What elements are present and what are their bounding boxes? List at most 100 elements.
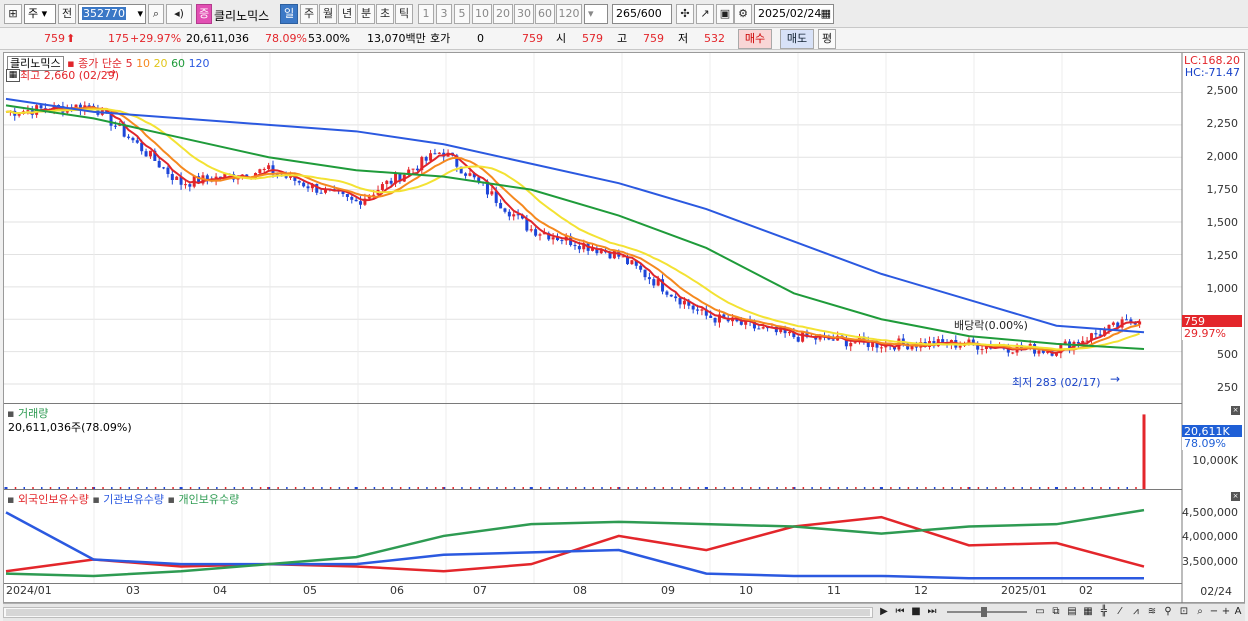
zoom-fit-icon[interactable]: ⌕	[1193, 605, 1207, 619]
legend-ma20: 20	[153, 57, 168, 70]
x-label: 02	[1079, 584, 1093, 597]
period-month[interactable]: 월	[319, 4, 337, 24]
zoom-slider[interactable]	[947, 611, 1027, 613]
trend-icon[interactable]: ⩘	[1129, 605, 1143, 619]
legend-institution: 기관보유수량	[103, 493, 165, 506]
rewind-icon[interactable]: ⏮	[893, 605, 907, 619]
period-tick[interactable]: 틱	[395, 4, 413, 24]
auto-scale-icon[interactable]: A	[1231, 605, 1245, 619]
lock-icon[interactable]: ⊡	[1177, 605, 1191, 619]
chart-type-icon[interactable]: ╬	[1097, 605, 1111, 619]
candle-body	[507, 211, 511, 217]
market-select[interactable]: 주 ▾	[24, 4, 56, 24]
chart-svg[interactable]	[4, 53, 1246, 604]
x-right-label: 02/24	[1200, 585, 1232, 598]
period-day[interactable]: 일	[280, 4, 298, 24]
close-holding-icon[interactable]: ×	[1231, 492, 1240, 501]
candle-body	[647, 277, 651, 280]
line-tool-icon[interactable]: ⁄	[1113, 605, 1127, 619]
split-icon[interactable]: ▤	[1065, 605, 1079, 619]
candle-body	[135, 140, 139, 143]
stop-icon[interactable]: ■	[909, 605, 923, 619]
interval-10[interactable]: 10	[472, 4, 492, 24]
candle-body	[131, 137, 135, 141]
panel-divider[interactable]	[4, 403, 1182, 404]
low-marker: 최저 283 (02/17)	[1012, 376, 1101, 389]
candle-body	[148, 150, 152, 157]
avg-button[interactable]: 평	[818, 29, 836, 49]
y-tick: 1,750	[1206, 183, 1239, 196]
candle-body	[831, 339, 835, 341]
candle-body	[696, 309, 700, 311]
candle-body	[345, 194, 349, 197]
period-second[interactable]: 초	[376, 4, 394, 24]
layout-grid-icon[interactable]: ▦	[1081, 605, 1095, 619]
candle-body	[485, 183, 489, 195]
stock-code-input[interactable]: 352770 ▾	[78, 4, 146, 24]
interval-120[interactable]: 120	[556, 4, 582, 24]
grid-icon[interactable]: ▦	[6, 69, 20, 82]
search-zoom-icon[interactable]: ⚲	[1161, 605, 1175, 619]
open-label: 시	[556, 32, 567, 45]
hoga-label: 호가	[430, 32, 451, 45]
forward-icon[interactable]: ⏭	[925, 605, 939, 619]
period-year[interactable]: 년	[338, 4, 356, 24]
y-tick: 2,250	[1206, 117, 1239, 130]
interval-3[interactable]: 3	[436, 4, 452, 24]
candle-body	[411, 168, 415, 170]
date-input[interactable]: 2025/02/24 ▦	[754, 4, 834, 24]
prefix-button[interactable]: 전	[58, 4, 76, 24]
sell-button[interactable]: 매도	[780, 29, 814, 49]
interval-1[interactable]: 1	[418, 4, 434, 24]
count-input[interactable]: 265/600	[612, 4, 672, 24]
layout-icon[interactable]: ⊞	[4, 4, 22, 24]
dividend-marker: 배당락(0.00%)	[954, 319, 1028, 332]
panel-icon[interactable]: ▭	[1033, 605, 1047, 619]
low-value: 532	[704, 32, 725, 45]
x-label: 06	[390, 584, 404, 597]
candle-body	[639, 265, 643, 270]
interval-20[interactable]: 20	[493, 4, 513, 24]
volume-y-tick: 10,000K	[1192, 454, 1238, 467]
price-value: 759	[44, 32, 65, 45]
interval-60[interactable]: 60	[535, 4, 555, 24]
calendar-icon[interactable]: ▦	[821, 5, 831, 23]
close-volume-icon[interactable]: ×	[1231, 406, 1240, 415]
search-icon[interactable]: ⌕	[148, 4, 164, 24]
candle-body	[437, 152, 441, 154]
interval-dropdown[interactable]: ▾	[584, 4, 608, 24]
draw-icon[interactable]: ↗	[696, 4, 714, 24]
scroll-right-icon[interactable]: ▶	[877, 605, 891, 619]
scroll-thumb[interactable]	[6, 609, 870, 616]
candle-body	[499, 202, 503, 209]
high-value: 759	[643, 32, 664, 45]
candle-body	[170, 174, 174, 180]
candle-body	[468, 173, 472, 176]
candle-body	[787, 331, 791, 334]
x-label: 09	[661, 584, 675, 597]
copy-icon[interactable]: ⧉	[1049, 605, 1063, 619]
candle-body	[415, 168, 419, 171]
interval-5[interactable]: 5	[454, 4, 470, 24]
settings-icon[interactable]: ⚙	[734, 4, 752, 24]
candle-body	[26, 110, 30, 112]
panel-divider[interactable]	[4, 489, 1182, 490]
crosshair-icon[interactable]: ✣	[676, 4, 694, 24]
candle-body	[389, 180, 393, 184]
candle-body	[560, 240, 564, 242]
fib-icon[interactable]: ≋	[1145, 605, 1159, 619]
save-icon[interactable]: ▣	[716, 4, 734, 24]
chart-area[interactable]: 클리노믹스 ▪ 종가 단순 5 10 20 60 120 ▦ 최고 2,660 …	[3, 52, 1246, 604]
interval-30[interactable]: 30	[514, 4, 534, 24]
candle-body	[849, 342, 853, 347]
speaker-icon[interactable]: ◂)	[166, 4, 192, 24]
candle-body	[319, 192, 323, 194]
hoga-price: 759	[522, 32, 543, 45]
period-week[interactable]: 주	[300, 4, 318, 24]
buy-button[interactable]: 매수	[738, 29, 772, 49]
chevron-down-icon: ▾	[137, 7, 143, 20]
period-minute[interactable]: 분	[357, 4, 375, 24]
horizontal-scrollbar[interactable]	[3, 607, 873, 618]
zoom-slider-handle[interactable]	[981, 607, 987, 617]
legend-marker: ▪	[92, 493, 100, 506]
